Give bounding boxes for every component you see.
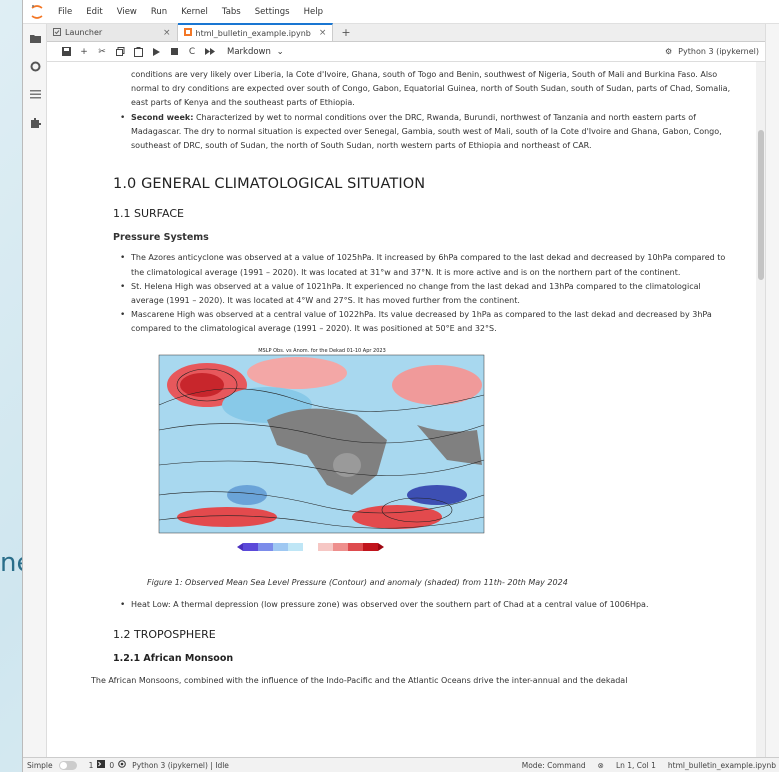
terminal-count[interactable]: 1 <box>89 761 94 770</box>
menu-settings[interactable]: Settings <box>248 7 297 17</box>
figure-title: MSLP Obs. vs Anom. for the Dekad 01-10 A… <box>258 348 386 354</box>
close-icon[interactable]: × <box>319 28 327 38</box>
restart-button[interactable]: C <box>183 43 201 61</box>
left-sidebar <box>23 24 47 757</box>
tab-notebook[interactable]: html_bulletin_example.ipynb × <box>177 23 334 41</box>
notebook-toolbar: + ✂ C Markdown ⌄ ⚙ Python 3 (ipykernel) <box>47 42 779 62</box>
notebook-icon <box>183 28 192 38</box>
section-heading: 1.0 GENERAL CLIMATOLOGICAL SITUATION <box>113 176 426 193</box>
save-button[interactable] <box>57 43 75 61</box>
pressure-systems-heading: Pressure Systems <box>113 232 209 244</box>
menu-view[interactable]: View <box>110 7 144 17</box>
mslp-map-image: MSLP Obs. vs Anom. for the Dekad 01-10 A… <box>158 348 485 551</box>
tab-launcher[interactable]: Launcher × <box>47 24 178 41</box>
list-item: Heat Low: A thermal depression (low pres… <box>113 598 733 612</box>
kernel-count[interactable]: 0 <box>109 761 114 770</box>
menu-edit[interactable]: Edit <box>79 7 109 17</box>
menu-kernel[interactable]: Kernel <box>174 7 215 17</box>
figure-caption: Figure 1: Observed Mean Sea Level Pressu… <box>147 577 568 587</box>
jupyter-logo-icon <box>23 0 51 24</box>
kernel-indicator[interactable]: ⚙ Python 3 (ipykernel) <box>665 47 779 56</box>
cursor-position[interactable]: Ln 1, Col 1 <box>616 761 656 770</box>
kernel-name: Python 3 (ipykernel) <box>678 47 759 56</box>
african-monsoon-heading: 1.2.1 African Monsoon <box>113 653 234 665</box>
second-week-text: Characterized by wet to normal condition… <box>131 112 722 151</box>
cell-type-select[interactable]: Markdown ⌄ <box>227 47 284 57</box>
paste-button[interactable] <box>129 43 147 61</box>
launcher-icon <box>53 27 61 38</box>
shield-icon[interactable]: ⊗ <box>598 761 604 770</box>
menu-bar: File Edit View Run Kernel Tabs Settings … <box>23 0 779 24</box>
subsection-heading-surface: 1.1 SURFACE <box>113 207 184 221</box>
list-item: Second week: Characterized by wet to nor… <box>113 111 733 154</box>
extension-icon[interactable] <box>23 108 47 136</box>
cut-button[interactable]: ✂ <box>93 43 111 61</box>
running-icon[interactable] <box>23 52 47 80</box>
chevron-down-icon: ⌄ <box>276 46 284 57</box>
tab-bar: Launcher × html_bulletin_example.ipynb ×… <box>47 23 779 42</box>
stop-button[interactable] <box>165 43 183 61</box>
list-item: Mascarene High was observed at a central… <box>113 308 733 336</box>
simple-mode-label: Simple <box>27 760 53 770</box>
monsoon-paragraph: The African Monsoons, combined with the … <box>91 676 628 686</box>
folder-icon[interactable] <box>23 24 47 52</box>
copy-button[interactable] <box>111 43 129 61</box>
fast-forward-button[interactable] <box>201 43 219 61</box>
run-button[interactable] <box>147 43 165 61</box>
kernel-status[interactable]: Python 3 (ipykernel) | Idle <box>132 761 229 770</box>
status-bar: Simple 1 0 Python 3 (ipykernel) | Idle M… <box>23 757 779 772</box>
toc-icon[interactable] <box>23 80 47 108</box>
subsection-heading-troposphere: 1.2 TROPOSPHERE <box>113 628 216 642</box>
simple-mode-toggle[interactable] <box>58 760 77 770</box>
list-item: The Azores anticyclone was observed at a… <box>113 251 733 279</box>
filename-indicator: html_bulletin_example.ipynb <box>667 760 776 770</box>
mode-indicator: Mode: Command <box>521 760 586 770</box>
list-item: St. Helena High was observed at a value … <box>113 280 733 308</box>
jupyterlab-window: File Edit View Run Kernel Tabs Settings … <box>22 0 779 772</box>
kernel-count-icon <box>118 760 126 770</box>
close-icon[interactable]: × <box>163 28 171 38</box>
terminal-icon <box>97 760 106 770</box>
cell-type-value: Markdown <box>227 46 271 57</box>
second-week-label: Second week: <box>131 112 194 122</box>
add-tab-button[interactable]: + <box>333 24 358 41</box>
menu-help[interactable]: Help <box>297 7 330 17</box>
status-right: Mode: Command ⊗ Ln 1, Col 1 html_bulleti… <box>522 761 779 770</box>
menu-tabs[interactable]: Tabs <box>215 7 248 17</box>
tab-label: html_bulletin_example.ipynb <box>195 28 311 38</box>
menu-run[interactable]: Run <box>144 7 174 17</box>
markdown-cell[interactable]: conditions are very likely over Liberia,… <box>91 68 733 688</box>
scrollbar-thumb[interactable] <box>758 130 764 280</box>
insert-cell-button[interactable]: + <box>75 43 93 61</box>
gear-icon: ⚙ <box>665 47 673 56</box>
menu-file[interactable]: File <box>51 7 79 17</box>
notebook-content[interactable]: conditions are very likely over Liberia,… <box>47 62 766 757</box>
tab-label: Launcher <box>65 28 103 37</box>
right-sidebar <box>765 24 779 757</box>
mslp-figure: MSLP Obs. vs Anom. for the Dekad 01-10 A… <box>147 345 507 568</box>
list-item: conditions are very likely over Liberia,… <box>131 70 731 108</box>
colorbar <box>237 542 384 551</box>
